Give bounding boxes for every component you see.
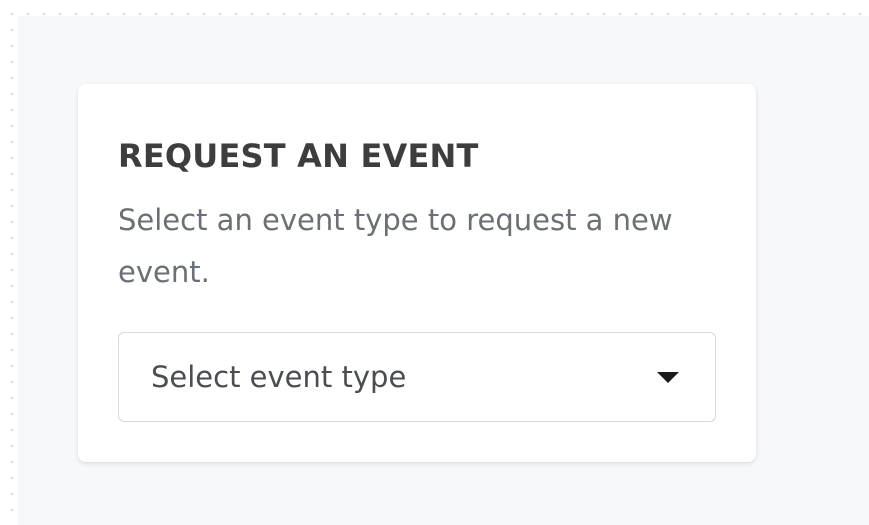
card-description: Select an event type to request a new ev… — [118, 203, 673, 289]
request-event-card: REQUEST AN EVENT Select an event type to… — [78, 84, 756, 462]
event-type-select-placeholder: Select event type — [151, 360, 407, 394]
event-type-select[interactable]: Select event type — [118, 332, 716, 422]
page: REQUEST AN EVENT Select an event type to… — [0, 0, 869, 525]
caret-down-icon — [657, 371, 679, 383]
card-title: REQUEST AN EVENT — [118, 137, 479, 175]
content-panel: REQUEST AN EVENT Select an event type to… — [18, 16, 869, 525]
